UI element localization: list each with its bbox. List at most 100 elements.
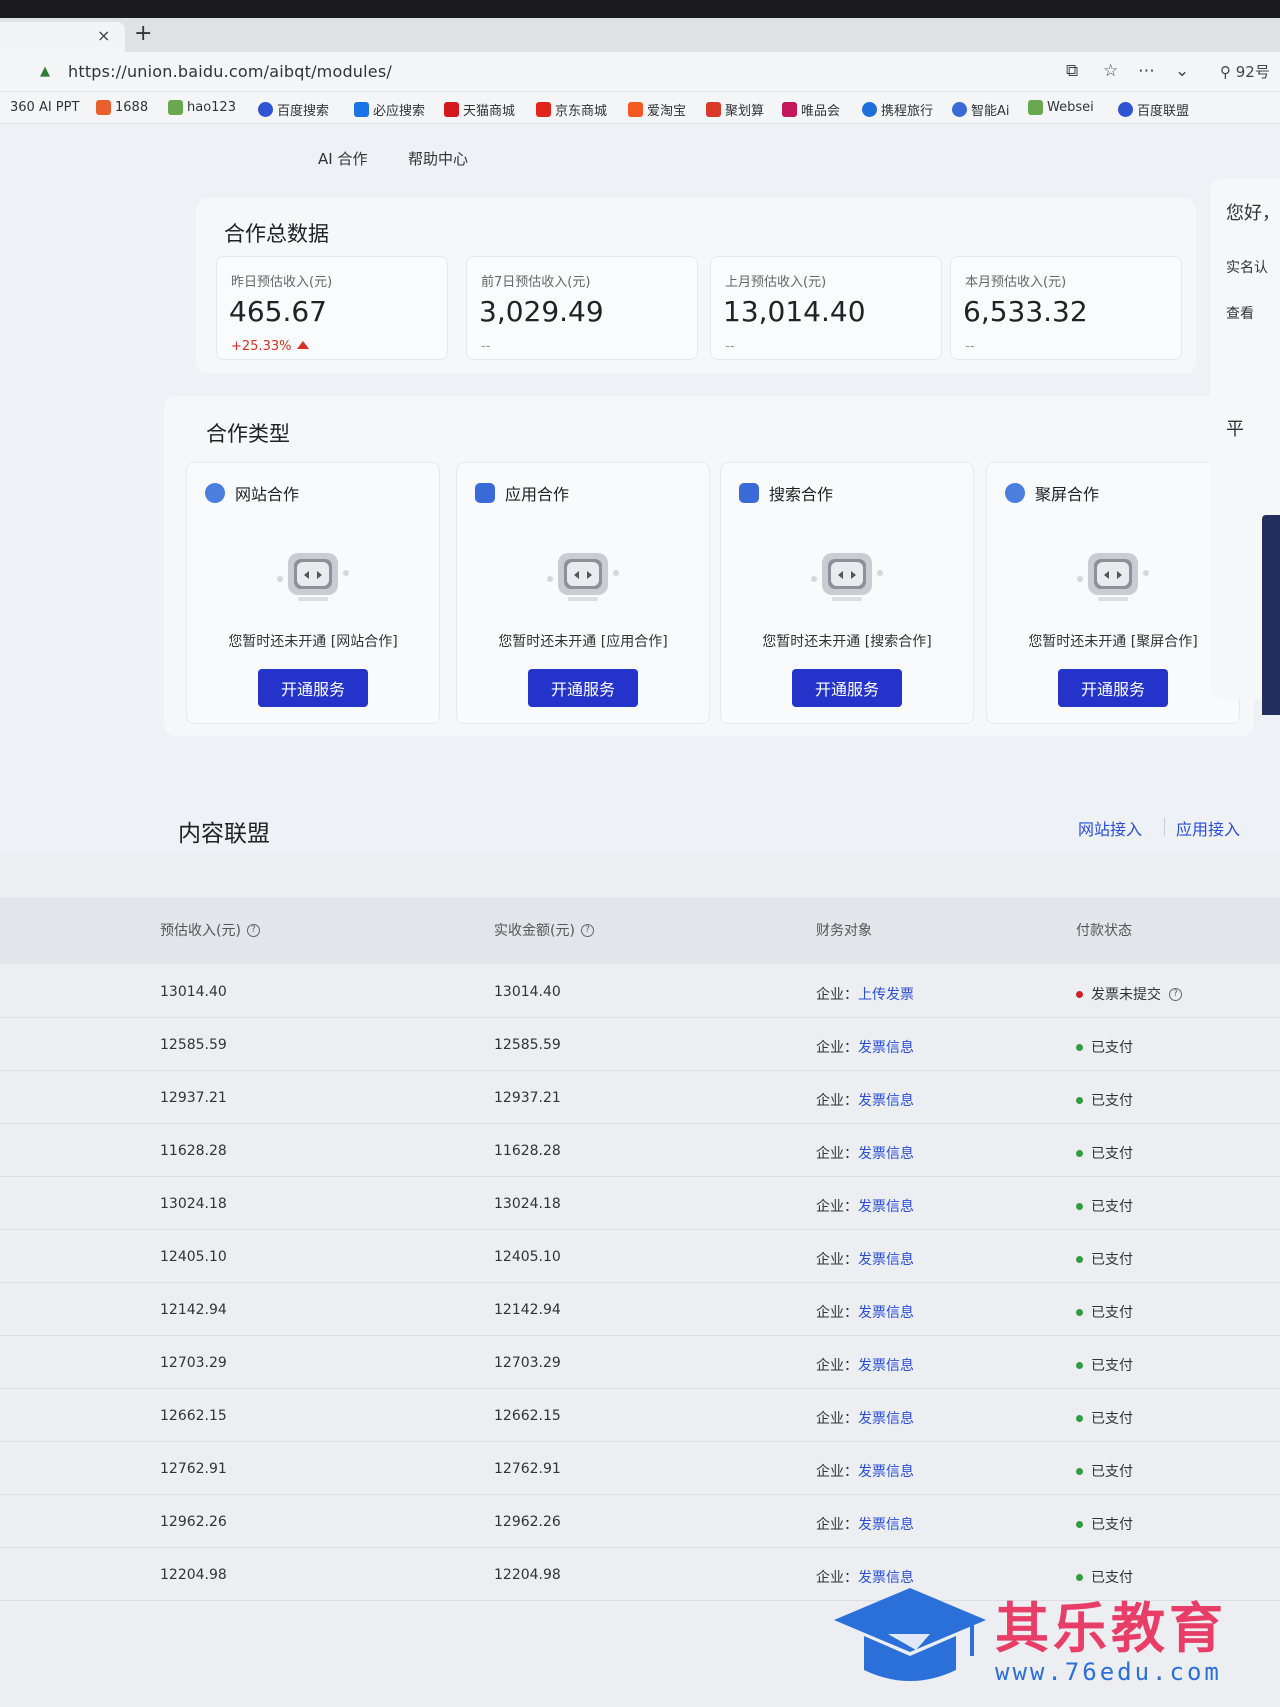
table-row: 12937.21 12937.21 企业：发票信息 已支付 <box>0 1072 1280 1124</box>
nav-help-center[interactable]: 帮助中心 <box>408 148 468 169</box>
bookmark-vip[interactable]: 唯品会 <box>782 100 840 119</box>
open-service-button-app[interactable]: 开通服务 <box>528 669 638 707</box>
status-text: 已支付 <box>1091 1146 1133 1162</box>
more-icon[interactable]: ⋯ <box>1138 61 1155 81</box>
bookmark-smart-ai[interactable]: 智能Ai <box>952 100 1010 119</box>
new-tab-icon[interactable]: + <box>134 20 152 48</box>
status-text: 已支付 <box>1091 1358 1133 1374</box>
bookmark-360-ai-ppt[interactable]: 360 AI PPT <box>10 100 79 115</box>
summary-title: 合作总数据 <box>224 222 329 246</box>
table-row: 13024.18 13024.18 企业：发票信息 已支付 <box>0 1178 1280 1230</box>
invoice-link[interactable]: 发票信息 <box>858 1252 914 1268</box>
help-icon[interactable]: ? <box>1169 987 1182 1001</box>
cell-status: 已支付 <box>1076 1037 1133 1057</box>
table-row: 12962.26 12962.26 企业：发票信息 已支付 <box>0 1496 1280 1548</box>
status-dot-icon <box>1076 1414 1083 1422</box>
stat-change: -- <box>481 339 491 354</box>
up-arrow-icon <box>297 341 310 349</box>
status-dot-icon <box>1076 1096 1083 1104</box>
site-info-icon[interactable]: ▲ <box>40 64 52 79</box>
invoice-link[interactable]: 发票信息 <box>858 1517 914 1533</box>
entity-label: 企业： <box>816 1305 858 1321</box>
stat-change: -- <box>725 339 735 354</box>
status-text: 已支付 <box>1091 1305 1133 1321</box>
cell-finance: 企业：发票信息 <box>816 1143 914 1163</box>
help-icon[interactable]: ? <box>580 923 594 937</box>
invoice-link[interactable]: 发票信息 <box>858 1411 914 1427</box>
cell-status: 已支付 <box>1076 1514 1133 1534</box>
coop-card-website: 网站合作 您暂时还未开通 [网站合作] 开通服务 <box>186 462 440 724</box>
bookmark-1688-icon <box>96 100 111 115</box>
cell-estimated: 13014.40 <box>160 984 227 1000</box>
open-service-button-screen[interactable]: 开通服务 <box>1058 669 1168 707</box>
invoice-link[interactable]: 发票信息 <box>858 1464 914 1480</box>
th-status: 付款状态 <box>1076 923 1132 939</box>
cell-status: 已支付 <box>1076 1355 1133 1375</box>
star-icon[interactable]: ☆ <box>1103 61 1118 81</box>
bookmark-baidu[interactable]: 百度搜索 <box>258 100 329 119</box>
invoice-link[interactable]: 发票信息 <box>858 1358 914 1374</box>
bookmarks-bar: 360 AI PPT 1688 hao123 百度搜索 必应搜索 天猫商城 京东… <box>0 92 1280 124</box>
bookmark-hao123[interactable]: hao123 <box>168 100 236 115</box>
search-box[interactable]: ⚲ 92号 <box>1220 61 1270 82</box>
status-dot-icon <box>1076 1361 1083 1369</box>
cell-estimated: 12703.29 <box>160 1355 227 1371</box>
status-dot-icon <box>1076 1520 1083 1528</box>
bookmark-bing[interactable]: 必应搜索 <box>354 100 425 119</box>
invoice-link[interactable]: 发票信息 <box>858 1093 914 1109</box>
link-divider <box>1164 818 1165 836</box>
account-sidebar: 您好， 实名认 查看 平 <box>1210 179 1280 715</box>
status-text: 已支付 <box>1091 1411 1133 1427</box>
help-icon[interactable]: ? <box>246 923 260 937</box>
address-bar[interactable]: ▲ https://union.baidu.com/aibqt/modules/… <box>0 52 1280 92</box>
platform-banner[interactable] <box>1262 515 1280 715</box>
entity-label: 企业： <box>816 1358 858 1374</box>
chevron-down-icon[interactable]: ⌄ <box>1175 61 1189 81</box>
stat-value: 6,533.32 <box>963 295 1088 328</box>
status-text: 已支付 <box>1091 1093 1133 1109</box>
cell-finance: 企业：发票信息 <box>816 1090 914 1110</box>
browser-tab[interactable]: × <box>0 22 125 52</box>
greeting-text: 您好， <box>1226 203 1280 224</box>
graduation-cap-logo <box>834 1588 986 1681</box>
bing-icon <box>354 102 369 117</box>
bookmark-juhuasuan[interactable]: 聚划算 <box>706 100 764 119</box>
cell-received: 13024.18 <box>494 1196 561 1212</box>
site-access-link[interactable]: 网站接入 <box>1078 816 1142 840</box>
bookmark-jd[interactable]: 京东商城 <box>536 100 607 119</box>
reader-mode-icon[interactable]: ⧉ <box>1066 61 1078 81</box>
bookmark-baidu-union[interactable]: 百度联盟 <box>1118 100 1189 119</box>
invoice-link[interactable]: 发票信息 <box>858 1199 914 1215</box>
open-service-button-search[interactable]: 开通服务 <box>792 669 902 707</box>
open-service-button-website[interactable]: 开通服务 <box>258 669 368 707</box>
bookmark-ctrip[interactable]: 携程旅行 <box>862 100 933 119</box>
page-content: AI 合作 帮助中心 合作总数据 昨日预估收入(元) 465.67 +25.33… <box>0 124 1280 854</box>
invoice-link[interactable]: 发票信息 <box>858 1305 914 1321</box>
bookmark-1688[interactable]: 1688 <box>96 100 148 115</box>
invoice-link[interactable]: 上传发票 <box>858 987 914 1003</box>
coop-name: 应用合作 <box>505 485 570 504</box>
bookmark-aitaobao[interactable]: 爱淘宝 <box>628 100 686 119</box>
coop-name: 聚屏合作 <box>1035 485 1100 504</box>
invoice-link[interactable]: 发票信息 <box>858 1146 914 1162</box>
coop-card-search: 搜索合作 您暂时还未开通 [搜索合作] 开通服务 <box>720 462 974 724</box>
invoice-link[interactable]: 发票信息 <box>858 1040 914 1056</box>
status-text: 发票未提交 <box>1091 987 1161 1003</box>
bookmark-websei[interactable]: Websei <box>1028 100 1094 115</box>
close-tab-icon[interactable]: × <box>97 26 110 45</box>
cell-received: 11628.28 <box>494 1143 561 1159</box>
cell-received: 12962.26 <box>494 1514 561 1530</box>
url-text[interactable]: https://union.baidu.com/aibqt/modules/ <box>68 62 392 81</box>
app-access-link[interactable]: 应用接入 <box>1176 816 1240 840</box>
cell-received: 12585.59 <box>494 1037 561 1053</box>
stat-value: 465.67 <box>229 295 327 328</box>
entity-label: 企业： <box>816 1040 858 1056</box>
coop-name: 网站合作 <box>235 485 300 504</box>
jd-icon <box>536 102 551 117</box>
verify-link[interactable]: 实名认 <box>1226 257 1268 277</box>
cell-finance: 企业：发票信息 <box>816 1408 914 1428</box>
coop-name: 搜索合作 <box>769 485 834 504</box>
view-link[interactable]: 查看 <box>1226 303 1254 323</box>
bookmark-tmall[interactable]: 天猫商城 <box>444 100 515 119</box>
nav-ai-cooperation[interactable]: AI 合作 <box>318 148 367 169</box>
